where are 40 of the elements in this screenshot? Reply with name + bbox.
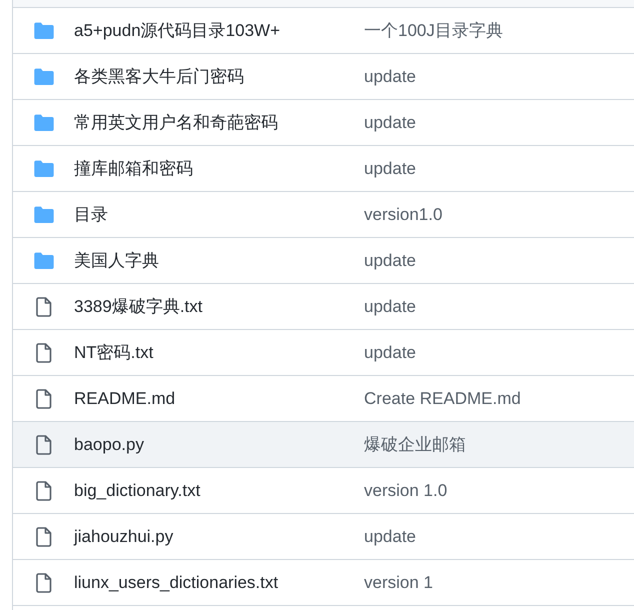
file-name-link[interactable]: a5+pudn源代码目录103W+ xyxy=(74,20,280,40)
file-icon xyxy=(36,480,52,500)
file-icon xyxy=(36,342,52,362)
file-icon xyxy=(36,434,52,454)
commit-message[interactable]: version 1 xyxy=(364,570,433,596)
file-name-link[interactable]: README.md xyxy=(74,388,176,408)
folder-icon xyxy=(34,160,54,177)
file-name-link[interactable]: big_dictionary.txt xyxy=(74,480,200,500)
file-name-link[interactable]: jiahouzhui.py xyxy=(74,526,174,546)
commit-message[interactable]: update xyxy=(364,64,416,90)
file-name-link[interactable]: NT密码.txt xyxy=(74,342,154,362)
folder-icon xyxy=(34,114,54,131)
file-name-link[interactable]: 目录 xyxy=(74,204,108,224)
file-icon xyxy=(36,296,52,316)
commit-message[interactable]: version 1.0 xyxy=(364,478,448,504)
commit-message[interactable]: update xyxy=(364,340,416,366)
commit-message[interactable]: update xyxy=(364,524,416,550)
file-icon xyxy=(36,526,52,546)
commit-message[interactable]: version1.0 xyxy=(364,202,442,228)
file-name-link[interactable]: 各类黑客大牛后门密码 xyxy=(74,66,244,86)
commit-message[interactable]: update xyxy=(364,156,416,182)
commit-message[interactable]: Create README.md xyxy=(364,386,521,412)
file-name-link[interactable]: 3389爆破字典.txt xyxy=(74,296,202,316)
commit-message[interactable]: update xyxy=(364,110,416,136)
commit-message[interactable]: 一个100J目录字典 xyxy=(364,18,503,44)
file-icon xyxy=(36,388,52,408)
file-name-link[interactable]: 美国人字典 xyxy=(74,250,159,270)
file-name-link[interactable]: 撞库邮箱和密码 xyxy=(74,158,193,178)
commit-message[interactable]: update xyxy=(364,294,416,320)
folder-icon xyxy=(34,252,54,269)
file-name-link[interactable]: liunx_users_dictionaries.txt xyxy=(74,572,278,592)
folder-icon xyxy=(34,22,54,39)
folder-icon xyxy=(34,206,54,223)
file-name-link[interactable]: baopo.py xyxy=(74,434,144,454)
folder-icon xyxy=(34,68,54,85)
commit-message[interactable]: 爆破企业邮箱 xyxy=(364,432,466,458)
file-icon xyxy=(36,572,52,592)
file-name-link[interactable]: 常用英文用户名和奇葩密码 xyxy=(74,112,278,132)
file-row[interactable]: baopo.py 爆破企业邮箱 xyxy=(13,422,634,468)
commit-message[interactable]: update xyxy=(364,248,416,274)
